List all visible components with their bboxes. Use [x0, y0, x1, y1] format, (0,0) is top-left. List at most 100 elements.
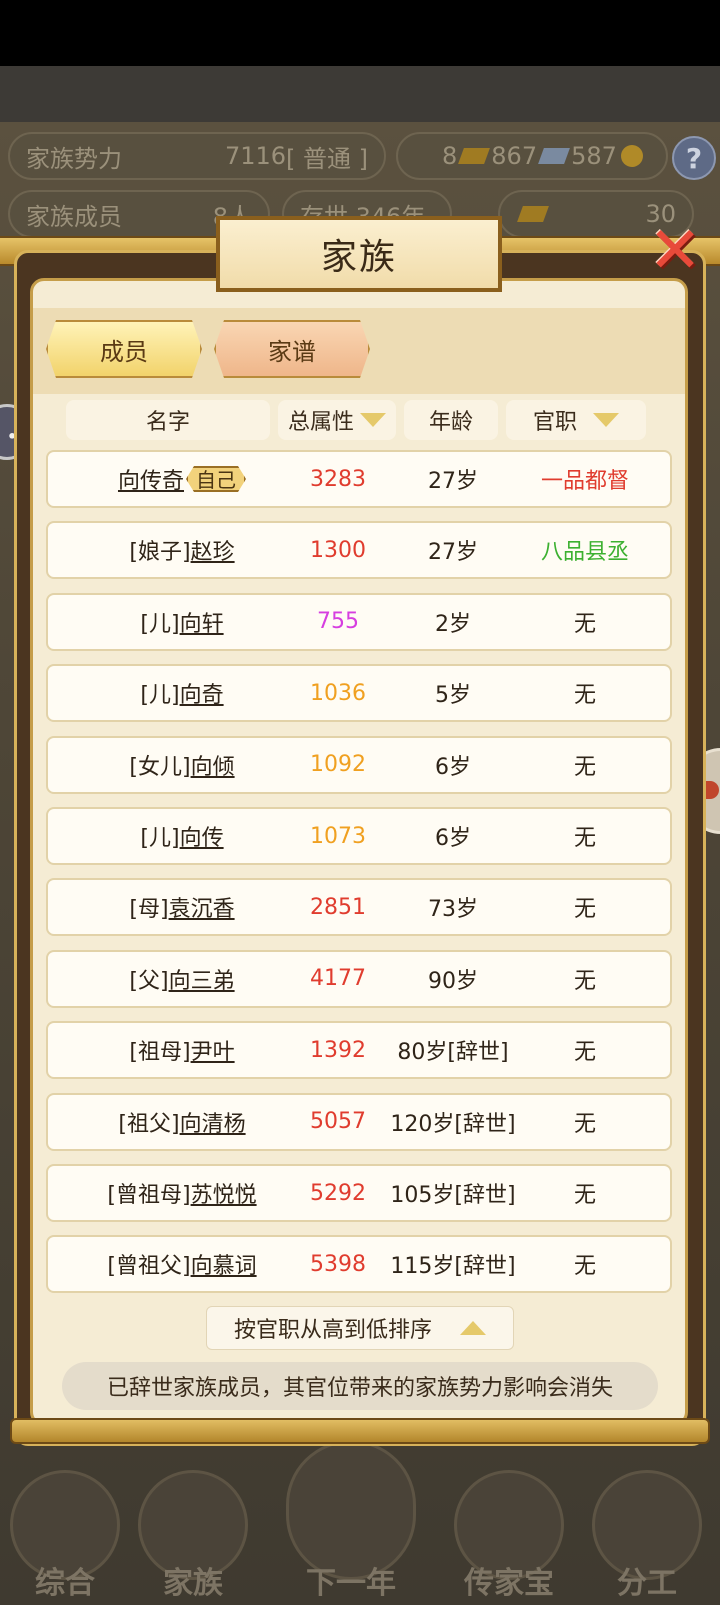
deceased-notice: 已辞世家族成员，其官位带来的家族势力影响会消失 — [62, 1362, 658, 1410]
member-office: 无 — [573, 754, 596, 780]
member-name-cell: [曾祖父] 向慕词 — [48, 1237, 316, 1291]
nav-heirloom: 传家宝 — [444, 1440, 574, 1605]
member-name-link[interactable]: 向传 — [180, 820, 224, 852]
member-attr: 2851 — [310, 894, 366, 920]
currency-panel: 8 867 587 — [396, 132, 668, 180]
member-name-cell: [父] 向三弟 — [48, 952, 316, 1006]
member-row[interactable]: 向传奇 自己 3283 27岁 一品都督 — [46, 450, 672, 508]
member-name-link[interactable]: 向清杨 — [180, 1106, 246, 1138]
member-name-link[interactable]: 赵珍 — [191, 534, 235, 566]
column-header-age-label: 年龄 — [428, 410, 473, 435]
column-header-attr-label: 总属性 — [287, 410, 354, 435]
tab-genealogy[interactable]: 家谱 — [214, 320, 370, 378]
nav-family: 家族 — [128, 1440, 258, 1605]
member-name-link[interactable]: 向轩 — [180, 606, 224, 638]
modal-bottom-rail — [10, 1418, 710, 1444]
member-age: 115岁[辞世] — [390, 1254, 516, 1280]
column-header-name-label: 名字 — [145, 410, 190, 435]
background-band — [0, 66, 720, 122]
member-office: 一品都督 — [540, 469, 629, 494]
family-power-panel: 家族势力 7116 [ 普通 ] — [8, 132, 386, 180]
member-age: 27岁 — [428, 540, 478, 566]
member-attr: 5398 — [310, 1251, 366, 1277]
member-name-link[interactable]: 向三弟 — [169, 963, 235, 995]
member-name-cell: [祖父] 向清杨 — [48, 1095, 316, 1149]
member-relation: [曾祖父] — [107, 1254, 191, 1280]
family-members-label: 家族成员 — [26, 202, 122, 231]
sort-triangle-down-icon — [360, 413, 386, 427]
sort-button-label: 按官职从高到低排序 — [233, 1318, 432, 1343]
member-list[interactable]: 向传奇 自己 3283 27岁 一品都督 [娘子] 赵珍 1300 27岁 八品县丞 [儿] 向轩 75… — [44, 446, 674, 1294]
sort-button[interactable]: 按官职从高到低排序 — [206, 1306, 514, 1350]
member-name-cell: [曾祖母] 苏悦悦 — [48, 1166, 316, 1220]
close-button[interactable]: ✕ — [640, 216, 710, 286]
member-name-cell: 向传奇 自己 — [48, 452, 316, 506]
column-header-age[interactable]: 年龄 — [404, 400, 498, 440]
gold-ingot-icon — [458, 148, 491, 164]
member-office: 无 — [573, 1040, 596, 1066]
member-age: 80岁[辞世] — [397, 1040, 509, 1066]
nav-next-year-label: 下一年 — [306, 1566, 396, 1601]
dialog-title-plaque: 家族 — [216, 216, 502, 292]
member-age: 27岁 — [428, 469, 478, 494]
column-header-name[interactable]: 名字 — [66, 400, 270, 440]
member-relation: [儿] — [140, 826, 180, 851]
close-x-icon: ✕ — [648, 214, 702, 288]
member-name-link[interactable]: 向奇 — [180, 677, 224, 709]
member-name-cell: [母] 袁沉香 — [48, 880, 316, 934]
member-age: 2岁 — [435, 611, 471, 637]
tab-members[interactable]: 成员 — [46, 320, 202, 378]
member-attr: 5292 — [310, 1180, 366, 1206]
column-header-office[interactable]: 官职 — [506, 400, 646, 440]
family-power-label: 家族势力 — [26, 144, 122, 173]
member-row[interactable]: [父] 向三弟 4177 90岁无 — [46, 949, 672, 1008]
member-office: 无 — [573, 1254, 596, 1280]
bottom-nav: 综合 家族 下一年 传家宝 分工 — [0, 1440, 720, 1605]
member-attr: 1036 — [310, 680, 366, 706]
member-row[interactable]: [女儿] 向倾 1092 6岁无 — [46, 735, 672, 794]
member-name-link[interactable]: 尹叶 — [191, 1034, 235, 1066]
member-attr: 755 — [317, 609, 359, 635]
member-relation: [女儿] — [129, 754, 191, 780]
member-name-link[interactable]: 向慕词 — [191, 1248, 257, 1280]
member-row[interactable]: [曾祖父] 向慕词 5398 115岁[辞世] 无 — [46, 1235, 672, 1294]
member-row[interactable]: [母] 袁沉香 2851 73岁无 — [46, 878, 672, 937]
member-attr: 1092 — [310, 752, 366, 778]
member-row[interactable]: [祖母] 尹叶 1392 80岁[辞世] 无 — [46, 1021, 672, 1080]
member-row[interactable]: [祖父] 向清杨 5057 120岁[辞世] 无 — [46, 1092, 672, 1151]
member-office: 无 — [573, 1111, 596, 1137]
member-row[interactable]: [曾祖母] 苏悦悦 5292 105岁[辞世] 无 — [46, 1164, 672, 1222]
member-age: 105岁[辞世] — [390, 1183, 516, 1208]
help-icon: ? — [672, 136, 716, 180]
member-row[interactable]: [娘子] 赵珍 1300 27岁 八品县丞 — [46, 521, 672, 580]
member-row[interactable]: [儿] 向奇 1036 5岁无 — [46, 664, 672, 723]
nav-family-label: 家族 — [163, 1566, 223, 1601]
member-relation: [娘子] — [129, 540, 191, 566]
nav-general-label: 综合 — [35, 1566, 95, 1601]
currency-3-value: 587 — [571, 142, 617, 170]
member-attr: 1392 — [310, 1037, 366, 1063]
member-name-cell: [女儿] 向倾 — [48, 738, 316, 792]
sort-triangle-down-icon — [593, 413, 619, 427]
member-name-cell: [儿] 向奇 — [48, 666, 316, 720]
member-relation: [儿] — [140, 683, 180, 709]
member-office: 无 — [573, 968, 596, 994]
member-office: 无 — [573, 611, 596, 637]
member-row[interactable]: [儿] 向轩 755 2岁 无 — [46, 592, 672, 651]
member-attr: 5057 — [310, 1109, 366, 1135]
member-name-link[interactable]: 向倾 — [191, 749, 235, 781]
member-row[interactable]: [儿] 向传 1073 6岁无 — [46, 807, 672, 865]
dialog-title: 家族 — [320, 237, 397, 278]
member-name-link[interactable]: 袁沉香 — [169, 891, 235, 923]
currency-2-value: 867 — [491, 142, 538, 170]
coin-icon — [620, 145, 643, 167]
column-header-office-label: 官职 — [532, 410, 577, 435]
member-office: 无 — [573, 826, 596, 851]
member-name-link[interactable]: 向传奇 — [118, 463, 184, 495]
member-name-link[interactable]: 苏悦悦 — [191, 1177, 257, 1209]
nav-division: 分工 — [582, 1440, 712, 1605]
member-attr: 1300 — [310, 537, 366, 563]
column-header-attr[interactable]: 总属性 — [278, 400, 396, 440]
member-relation: [儿] — [140, 611, 180, 637]
member-office: 无 — [573, 683, 596, 709]
